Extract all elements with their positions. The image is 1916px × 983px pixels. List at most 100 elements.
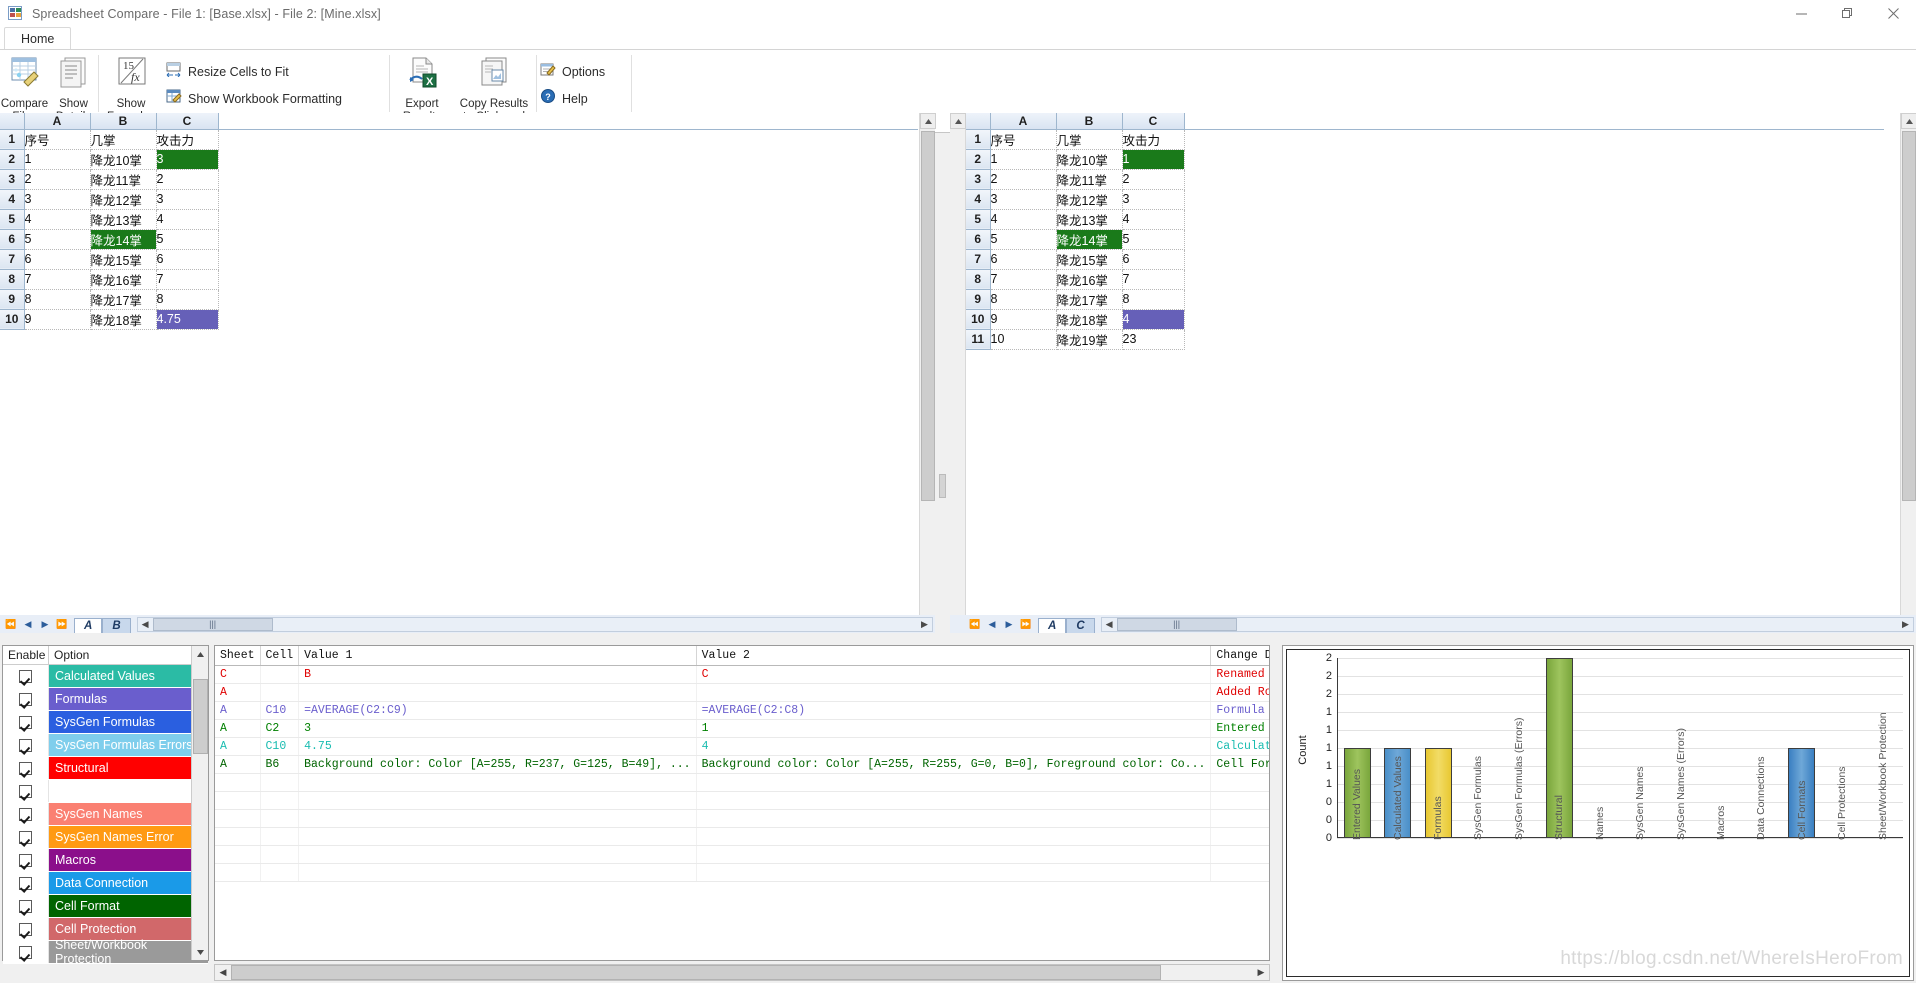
results-hscroll-left-arrow[interactable]: ◀ xyxy=(215,965,231,980)
option-checkbox-cell[interactable] xyxy=(3,826,49,848)
row-header-7[interactable]: 7 xyxy=(0,249,24,269)
right-hscroll-right-arrow[interactable]: ▶ xyxy=(1898,618,1913,631)
checkbox-icon[interactable] xyxy=(19,900,32,913)
row-header-6[interactable]: 6 xyxy=(966,229,990,249)
grid-cell[interactable]: 4 xyxy=(990,209,1056,229)
grid-cell[interactable]: 5 xyxy=(156,229,218,249)
right-left-edge-scrollbar[interactable] xyxy=(950,113,966,633)
grid-cell[interactable]: 7 xyxy=(24,269,90,289)
grid-cell[interactable]: 攻击力 xyxy=(1122,129,1184,149)
row-header-10[interactable]: 10 xyxy=(0,309,24,329)
options-scroll-up-arrow[interactable] xyxy=(192,646,208,662)
sheet-tab-A[interactable]: A xyxy=(74,618,102,633)
options-scroll-thumb[interactable] xyxy=(193,679,208,754)
results-row[interactable]: AAdded Row 11. xyxy=(215,684,1270,702)
grid-cell[interactable]: 3 xyxy=(1122,189,1184,209)
grid-cell[interactable]: 降龙16掌 xyxy=(90,269,156,289)
grid-cell[interactable]: 1 xyxy=(24,149,90,169)
row-header-5[interactable]: 5 xyxy=(966,209,990,229)
results-hscroll-track[interactable] xyxy=(231,965,1253,980)
checkbox-icon[interactable] xyxy=(19,762,32,775)
grid-cell[interactable]: 降龙14掌 xyxy=(1056,229,1122,249)
help-button[interactable]: ? Help xyxy=(537,85,611,112)
grid-cell[interactable]: 10 xyxy=(990,329,1056,349)
options-scroll-down-arrow[interactable] xyxy=(192,944,208,960)
grid-cell[interactable]: 3 xyxy=(24,189,90,209)
checkbox-icon[interactable] xyxy=(19,739,32,752)
option-checkbox-cell[interactable] xyxy=(3,734,49,756)
column-header-A[interactable]: A xyxy=(24,113,90,129)
option-checkbox-cell[interactable] xyxy=(3,757,49,779)
left-prev-sheet-button[interactable]: ◀ xyxy=(20,617,36,631)
option-checkbox-cell[interactable] xyxy=(3,895,49,917)
pane-splitter-grip[interactable] xyxy=(939,474,946,498)
row-header-4[interactable]: 4 xyxy=(0,189,24,209)
column-header-B[interactable]: B xyxy=(1056,113,1122,129)
option-row[interactable]: Data Connection xyxy=(3,872,208,895)
left-next-sheet-button[interactable]: ▶ xyxy=(37,617,53,631)
option-row[interactable]: SysGen Formulas xyxy=(3,711,208,734)
grid-cell[interactable]: 8 xyxy=(24,289,90,309)
right-scroll-up-arrow[interactable] xyxy=(1901,113,1916,129)
grid-cell[interactable]: 1 xyxy=(1122,149,1184,169)
row-header-6[interactable]: 6 xyxy=(0,229,24,249)
option-checkbox-cell[interactable] xyxy=(3,872,49,894)
right-hscroll-thumb[interactable]: ||| xyxy=(1117,618,1237,631)
right-prev-sheet-button[interactable]: ◀ xyxy=(984,617,1000,631)
sheet-tab-B[interactable]: B xyxy=(102,618,130,633)
right-horizontal-scrollbar[interactable]: ◀ ||| ▶ xyxy=(1101,617,1914,632)
grid-cell[interactable]: 4 xyxy=(156,209,218,229)
row-header-9[interactable]: 9 xyxy=(966,289,990,309)
option-checkbox-cell[interactable] xyxy=(3,941,49,963)
show-workbook-formatting-button[interactable]: Show Workbook Formatting xyxy=(163,85,348,112)
grid-cell[interactable]: 降龙17掌 xyxy=(1056,289,1122,309)
results-column-header[interactable]: Change Description xyxy=(1211,646,1270,666)
column-header-C[interactable]: C xyxy=(156,113,218,129)
right-first-sheet-button[interactable]: ⏪ xyxy=(967,617,983,631)
grid-cell[interactable]: 序号 xyxy=(990,129,1056,149)
grid-cell[interactable]: 2 xyxy=(1122,169,1184,189)
row-header-8[interactable]: 8 xyxy=(966,269,990,289)
results-column-header[interactable]: Sheet xyxy=(215,646,260,666)
row-header-10[interactable]: 10 xyxy=(966,309,990,329)
checkbox-icon[interactable] xyxy=(19,716,32,729)
results-row[interactable]: AC231Entered Value Changed. xyxy=(215,720,1270,738)
grid-cell[interactable]: 降龙14掌 xyxy=(90,229,156,249)
grid-cell[interactable]: 降龙19掌 xyxy=(1056,329,1122,349)
results-column-header[interactable]: Value 1 xyxy=(299,646,696,666)
row-header-2[interactable]: 2 xyxy=(966,149,990,169)
checkbox-icon[interactable] xyxy=(19,854,32,867)
grid-cell[interactable]: 降龙15掌 xyxy=(1056,249,1122,269)
option-row[interactable]: Sheet/Workbook Protection xyxy=(3,941,208,964)
grid-cell[interactable]: 降龙11掌 xyxy=(1056,169,1122,189)
grid-cell[interactable]: 6 xyxy=(156,249,218,269)
left-hscroll-left-arrow[interactable]: ◀ xyxy=(138,618,153,631)
left-hscroll-right-arrow[interactable]: ▶ xyxy=(917,618,932,631)
checkbox-icon[interactable] xyxy=(19,831,32,844)
grid-cell[interactable]: 23 xyxy=(1122,329,1184,349)
row-header-11[interactable]: 11 xyxy=(966,329,990,349)
grid-cell[interactable]: 5 xyxy=(990,229,1056,249)
minimize-button[interactable] xyxy=(1778,0,1824,27)
grid-cell[interactable]: 5 xyxy=(1122,229,1184,249)
grid-cell[interactable]: 4 xyxy=(24,209,90,229)
right-sheet-nav-buttons[interactable]: ⏪ ◀ ▶ ⏩ xyxy=(950,617,1034,631)
grid-cell[interactable]: 7 xyxy=(1122,269,1184,289)
grid-cell[interactable]: 降龙16掌 xyxy=(1056,269,1122,289)
options-scrollbar[interactable] xyxy=(191,646,208,960)
grid-cell[interactable]: 2 xyxy=(156,169,218,189)
results-hscroll-thumb[interactable] xyxy=(231,965,1161,980)
grid-cell[interactable]: 降龙18掌 xyxy=(90,309,156,329)
left-first-sheet-button[interactable]: ⏪ xyxy=(3,617,19,631)
row-header-8[interactable]: 8 xyxy=(0,269,24,289)
right-hscroll-track[interactable]: ||| xyxy=(1117,618,1898,631)
grid-cell[interactable]: 降龙12掌 xyxy=(90,189,156,209)
grid-cell[interactable]: 1 xyxy=(990,149,1056,169)
option-row[interactable]: Cell Format xyxy=(3,895,208,918)
grid-cell[interactable]: 2 xyxy=(990,169,1056,189)
sheet-tab-A[interactable]: A xyxy=(1038,618,1066,633)
checkbox-icon[interactable] xyxy=(19,808,32,821)
left-horizontal-scrollbar[interactable]: ◀ ||| ▶ xyxy=(137,617,933,632)
grid-cell[interactable]: 4 xyxy=(1122,309,1184,329)
column-header-A[interactable]: A xyxy=(990,113,1056,129)
